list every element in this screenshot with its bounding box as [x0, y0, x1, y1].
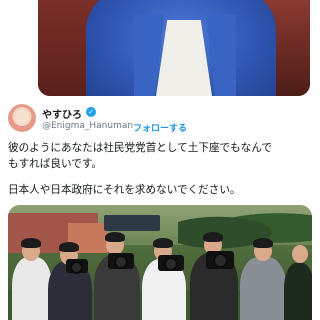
tweet-paragraph: 彼のようにあなたは社民党党首として土下座でもなんで もすれば良いです。: [8, 140, 316, 172]
photographer-hair: [153, 238, 173, 248]
follow-button[interactable]: フォローする: [133, 121, 187, 134]
camera-lens: [213, 253, 228, 268]
camera-lens: [164, 257, 178, 271]
photographer: [240, 257, 286, 320]
tweet-paragraph: 日本人や日本政府にそれを求めないでください。: [8, 182, 316, 198]
camera-lens: [114, 255, 128, 269]
tweet-line: 彼のようにあなたは社民党党首として土下座でもなんで: [8, 142, 272, 154]
avatar[interactable]: [8, 104, 36, 132]
photographer: [284, 263, 312, 320]
photographer-head: [292, 245, 308, 263]
tweet-text: 彼のようにあなたは社民党党首として土下座でもなんで もすれば良いです。 日本人や…: [8, 140, 316, 198]
camera-lens: [70, 261, 83, 274]
photographer-hair: [203, 232, 223, 242]
photographer-hair: [253, 238, 273, 248]
tweet-line: もすれば良いです。: [8, 158, 102, 170]
tweet-media-bottom[interactable]: [8, 205, 312, 320]
photo-sign: [104, 215, 160, 231]
handle-text: @Enigma_Hanuman: [42, 121, 134, 131]
photographer: [12, 257, 52, 320]
verified-badge-icon: ✓: [86, 107, 96, 117]
photographer-hair: [59, 242, 79, 252]
tweet-line: 日本人や日本政府にそれを求めないでください。: [8, 184, 241, 196]
tweet-media-top[interactable]: [38, 0, 310, 96]
photographer-hair: [105, 232, 125, 242]
avatar-face: [15, 110, 29, 124]
author-handle[interactable]: @Enigma_Hanuman ·: [42, 121, 139, 131]
author-display-name[interactable]: やすひろ: [42, 106, 82, 121]
photographer-hair: [21, 238, 41, 248]
photo-trees: [178, 205, 312, 251]
